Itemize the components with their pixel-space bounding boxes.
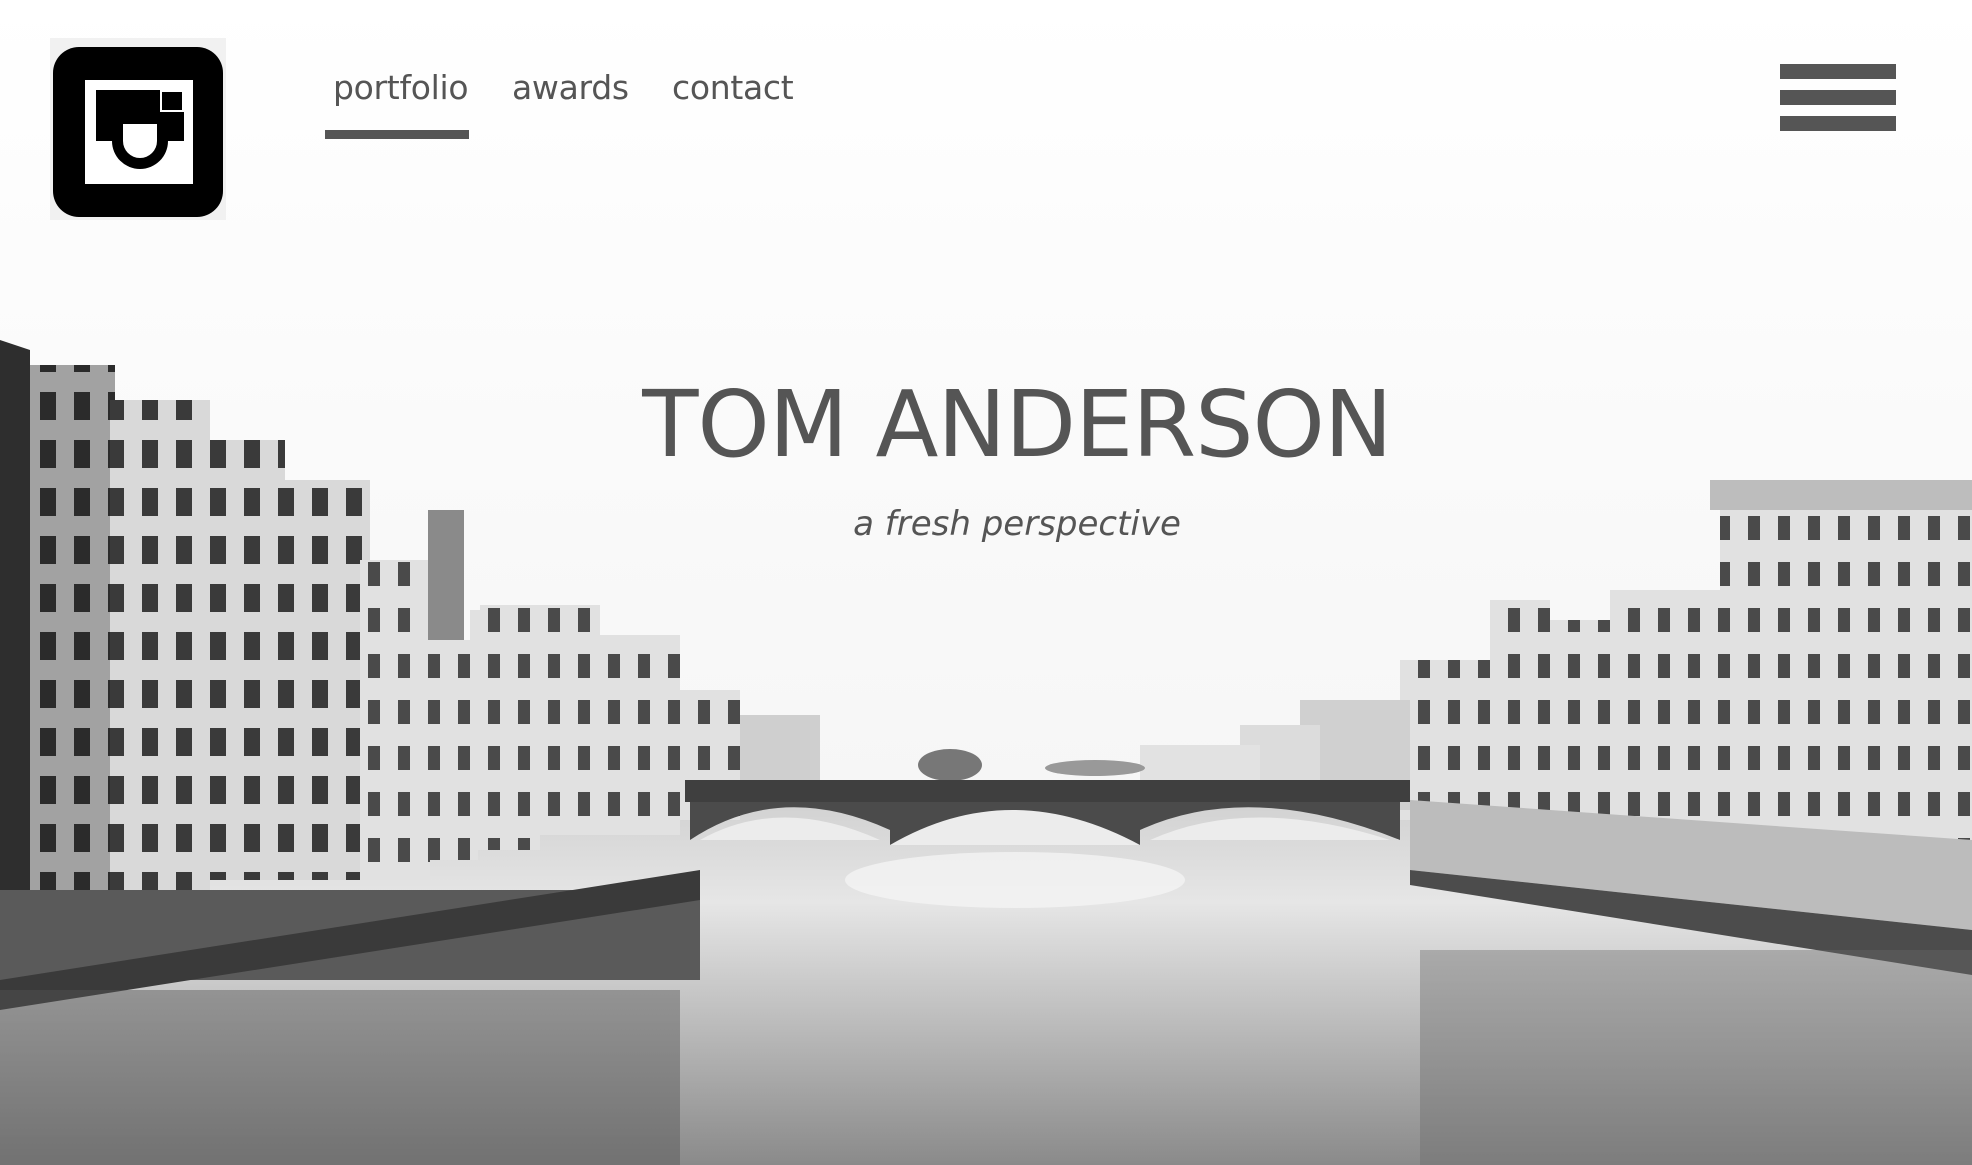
active-nav-indicator <box>325 130 469 139</box>
page-title: TOM ANDERSON <box>642 371 1393 478</box>
menu-bar <box>1780 90 1896 105</box>
nav-item-contact[interactable]: contact <box>672 68 794 107</box>
hamburger-menu-icon[interactable] <box>1780 64 1898 132</box>
hero-text: TOM ANDERSON a fresh perspective <box>0 370 1972 544</box>
logo[interactable] <box>50 38 226 220</box>
tagline: a fresh perspective <box>853 504 1181 544</box>
camera-icon <box>85 80 193 184</box>
menu-bar <box>1780 64 1896 79</box>
nav-item-portfolio[interactable]: portfolio <box>333 68 469 107</box>
site-header: portfolio awards contact <box>0 0 1972 230</box>
menu-bar <box>1780 116 1896 131</box>
nav-item-awards[interactable]: awards <box>512 68 629 107</box>
